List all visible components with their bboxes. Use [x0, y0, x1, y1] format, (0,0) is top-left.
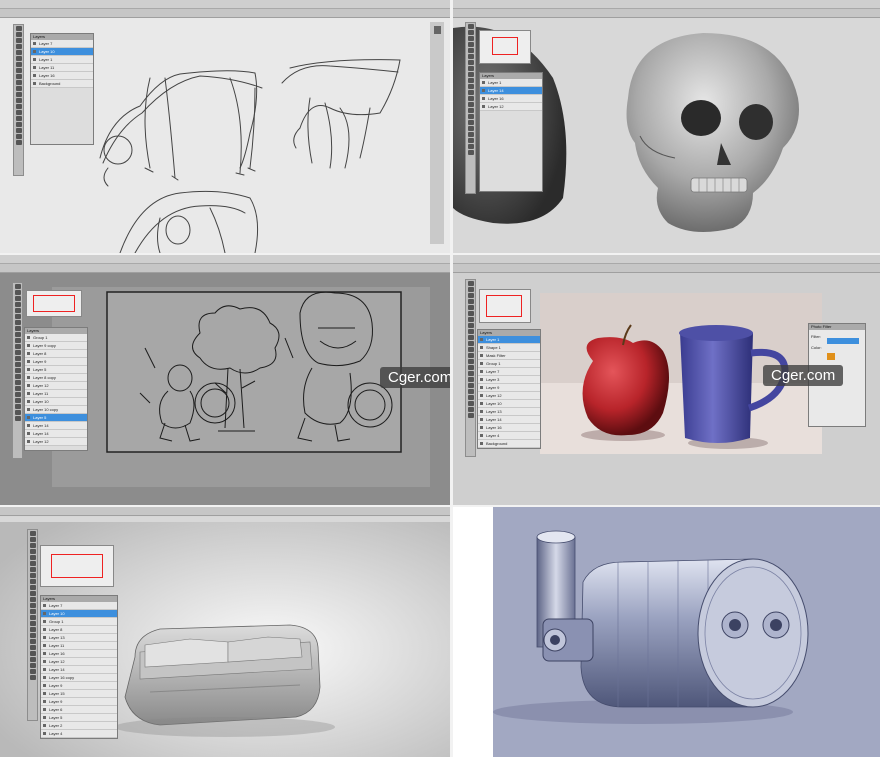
tools-panel[interactable]: [27, 529, 38, 721]
navigator-view-box[interactable]: [51, 554, 103, 578]
navigator-thumbnail[interactable]: [479, 30, 531, 64]
layer-row[interactable]: Layer 15: [41, 690, 117, 698]
watermark-right-part: Cger.com: [763, 365, 844, 386]
layer-row[interactable]: Layer 16: [31, 72, 93, 80]
layer-row[interactable]: Layer 12: [41, 658, 117, 666]
layer-row[interactable]: Layer 12: [480, 103, 542, 111]
layer-row[interactable]: Layer 10: [478, 400, 540, 408]
layers-panel: Layers Layer 1 Layer 14 Layer 16 Layer 1…: [479, 72, 543, 192]
layer-row[interactable]: Layer 16: [480, 95, 542, 103]
layer-group-row[interactable]: Group 1: [478, 360, 540, 368]
layer-row[interactable]: Layer 7: [478, 368, 540, 376]
layer-row[interactable]: Layer 9: [25, 358, 87, 366]
layer-row-selected[interactable]: Layer 10: [41, 610, 117, 618]
navigator-thumbnail[interactable]: [40, 545, 114, 587]
layer-row[interactable]: Layer 13: [41, 634, 117, 642]
options-bar: Normal Opacity: 100%: [0, 9, 450, 23]
tools-panel[interactable]: [465, 22, 476, 194]
tools-panel[interactable]: [465, 279, 476, 457]
navigator-thumbnail[interactable]: [26, 290, 82, 317]
layer-row[interactable]: Layer 5: [25, 366, 87, 374]
layers-panel: Layers Layer 7 Layer 10 Layer 1 Layer 11…: [30, 33, 94, 145]
layer-row[interactable]: Layer 3: [478, 376, 540, 384]
layer-row-selected[interactable]: Layer 10: [31, 48, 93, 56]
layer-row[interactable]: Layer 8 copy: [25, 374, 87, 382]
layer-row[interactable]: Layer 11: [31, 64, 93, 72]
layer-row[interactable]: Layer 9: [41, 698, 117, 706]
tile-apple-mug: FileEditImageLayerSelectFilterViewWindow…: [453, 255, 880, 505]
layer-row[interactable]: Layer 1: [480, 79, 542, 87]
layer-row[interactable]: Layer 16: [41, 650, 117, 658]
layer-row[interactable]: Layer 9: [478, 384, 540, 392]
layers-panel: Layers Layer 1 Shape 1 Mask Filter Group…: [477, 329, 541, 449]
layer-row-selected[interactable]: Layer 5: [25, 414, 87, 422]
tile-skull: FileEditImageLayerSelectFilterViewWindow…: [453, 0, 880, 253]
layer-row[interactable]: Layer 16: [478, 424, 540, 432]
layer-row[interactable]: Layer 2: [41, 722, 117, 730]
layer-row[interactable]: Layer 12: [25, 438, 87, 446]
layer-row[interactable]: Layer 11: [25, 390, 87, 398]
layer-row[interactable]: Layer 14: [41, 666, 117, 674]
layer-row[interactable]: Layer 12: [478, 392, 540, 400]
tile-horse-sketch: FileEditImageLayerSelectFilterViewWindow…: [0, 0, 450, 253]
watermark-left-part: Cger.com: [380, 367, 450, 388]
machine-canvas: [453, 507, 880, 757]
layer-row[interactable]: Layer 14: [478, 416, 540, 424]
menu-bar: FileEditImageLayerSelectFilterViewWindow…: [0, 0, 450, 14]
tutorial-collage: FileEditImageLayerSelectFilterViewWindow…: [0, 0, 880, 757]
tile-device-render: Auto-Select: Layer Show Transform Contro…: [0, 507, 450, 757]
layer-row[interactable]: Shape 1: [478, 344, 540, 352]
layer-row[interactable]: Layer 9: [41, 682, 117, 690]
navigator-thumbnail[interactable]: [479, 289, 531, 323]
layers-panel: Layers Layer 7 Layer 10 Group 1 Layer 8 …: [40, 595, 118, 739]
filter-select[interactable]: [827, 338, 859, 344]
layer-row[interactable]: Layer 7: [31, 40, 93, 48]
layers-panel: Layers Group 1 Layer 9 copy Layer 8 Laye…: [24, 327, 88, 451]
layer-row-selected[interactable]: Layer 14: [480, 87, 542, 95]
layer-row[interactable]: Layer 9 copy: [25, 342, 87, 350]
layer-row[interactable]: Layer 1: [31, 56, 93, 64]
layer-group-row[interactable]: Group 1: [25, 334, 87, 342]
layer-row[interactable]: Layer 10: [25, 398, 87, 406]
layer-row[interactable]: Layer 8: [41, 626, 117, 634]
options-bar: Auto-Select: Layer Show Transform Contro…: [0, 264, 450, 278]
color-label: Color:: [811, 345, 822, 350]
layer-row[interactable]: Layer 7: [41, 602, 117, 610]
layer-row[interactable]: Layer 5: [41, 714, 117, 722]
options-bar: Normal 100%: [453, 264, 880, 278]
layer-row[interactable]: Layer 11: [41, 642, 117, 650]
layer-row[interactable]: Layer 13: [478, 408, 540, 416]
layer-row[interactable]: Layer 14: [25, 422, 87, 430]
navigator-view-box[interactable]: [33, 295, 75, 312]
layer-row[interactable]: Layer 4: [478, 432, 540, 440]
tools-panel[interactable]: [12, 282, 23, 459]
tile-warrior-lineart: FileEditImageLayerSelectFilterViewWindow…: [0, 255, 450, 505]
options-bar: Auto-Select: Layer Show Transform Contro…: [0, 507, 450, 521]
layer-row[interactable]: Layer 12: [25, 382, 87, 390]
layer-row[interactable]: Layer 4: [41, 730, 117, 738]
layer-row[interactable]: Layer 6: [41, 706, 117, 714]
tile-machine-render: [453, 507, 880, 757]
layer-row[interactable]: Layer 14: [25, 430, 87, 438]
menu-bar: FileEditImageLayerSelectFilterViewWindow…: [453, 255, 880, 269]
layer-row[interactable]: Background: [31, 80, 93, 88]
layer-row[interactable]: Layer 16 copy: [41, 674, 117, 682]
navigator-view-box[interactable]: [486, 295, 522, 317]
layer-row[interactable]: Background: [478, 440, 540, 448]
layer-row[interactable]: Layer 8: [25, 350, 87, 358]
color-swatch[interactable]: [827, 353, 835, 360]
layer-row[interactable]: Mask Filter: [478, 352, 540, 360]
navigator-view-box[interactable]: [492, 37, 518, 55]
options-bar: Normal 100%: [453, 9, 880, 23]
menu-bar: FileEditImageLayerSelectFilterViewWindow…: [453, 0, 880, 14]
layer-row[interactable]: Layer 10 copy: [25, 406, 87, 414]
layer-group-row[interactable]: Group 1: [41, 618, 117, 626]
menu-bar: FileEditImageLayerSelectFilterViewWindow…: [0, 255, 450, 269]
layer-row-selected[interactable]: Layer 1: [478, 336, 540, 344]
tools-panel[interactable]: [13, 24, 24, 176]
